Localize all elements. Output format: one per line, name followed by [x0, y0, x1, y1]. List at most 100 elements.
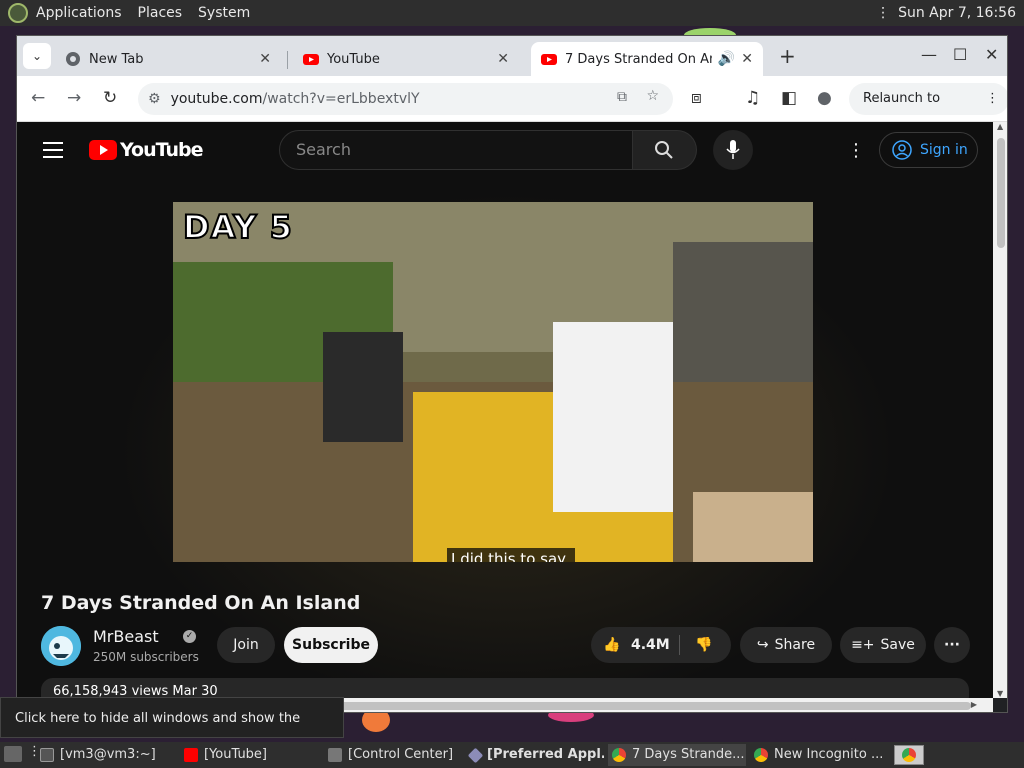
save-playlist-icon: ≡+	[851, 637, 875, 653]
share-label: Share	[774, 637, 816, 653]
bookmark-star-icon[interactable]: ☆	[646, 88, 659, 104]
close-window-icon[interactable]: ✕	[985, 45, 998, 64]
side-panel-icon[interactable]: ◧	[781, 88, 797, 108]
save-button[interactable]: ≡+ Save	[840, 627, 926, 663]
preferred-apps-icon	[467, 747, 484, 763]
control-center-icon	[328, 748, 342, 762]
chrome-tray-icon[interactable]	[894, 745, 924, 765]
settings-kebab-icon[interactable]: ⋮	[847, 140, 865, 161]
close-icon[interactable]: ✕	[497, 51, 509, 67]
taskbar-item-label: 7 Days Strande...	[632, 747, 745, 762]
open-external-icon[interactable]: ⧉	[617, 89, 627, 105]
chrome-icon	[754, 748, 768, 762]
tab-title: YouTube	[327, 51, 380, 67]
reload-icon[interactable]: ↻	[103, 88, 117, 108]
youtube-page: YouTube Search ⋮ Sign in DAY 5 I did thi…	[17, 122, 993, 698]
taskbar-item-chrome-video[interactable]: 7 Days Strande...	[608, 744, 746, 766]
subscribe-button[interactable]: Subscribe	[284, 627, 378, 663]
taskbar-item-youtube[interactable]: [YouTube]	[180, 744, 318, 766]
video-player[interactable]: DAY 5 I did this to say,	[173, 202, 813, 562]
youtube-logo[interactable]: YouTube	[89, 139, 203, 161]
sign-in-label: Sign in	[920, 142, 968, 158]
media-control-icon[interactable]: ♫	[745, 88, 760, 108]
minimize-icon[interactable]: —	[921, 45, 937, 64]
taskbar-item-label: New Incognito ...	[774, 747, 884, 762]
profile-icon[interactable]: ●	[817, 88, 832, 108]
caption-text: I did this to say,	[447, 548, 575, 562]
description-box[interactable]: 66,158,943 views Mar 30	[41, 678, 969, 698]
save-label: Save	[880, 637, 915, 653]
thumbs-down-icon: 👎	[695, 637, 713, 653]
menu-places[interactable]: Places	[130, 0, 191, 26]
chrome-logo-icon	[902, 748, 916, 762]
channel-avatar-image	[41, 626, 81, 666]
voice-search-button[interactable]	[713, 130, 753, 170]
tab-youtube[interactable]: YouTube ✕	[293, 42, 519, 76]
taskbar-item-terminal[interactable]: [vm3@vm3:~]	[36, 744, 174, 766]
close-icon[interactable]: ✕	[259, 51, 271, 67]
tab-search-button[interactable]: ⌄	[23, 43, 51, 69]
youtube-header: YouTube Search ⋮ Sign in	[17, 122, 993, 178]
panel-kebab-icon[interactable]: ⋮	[876, 0, 890, 26]
extensions-icon[interactable]: ⧈	[691, 88, 702, 108]
scroll-right-icon[interactable]: ▶	[971, 700, 977, 709]
view-count: 66,158,943 views Mar 30	[53, 684, 218, 698]
like-count: 4.4M	[631, 637, 670, 653]
tab-title: 7 Days Stranded On An Isl	[565, 51, 712, 67]
youtube-icon	[184, 748, 198, 762]
taskbar-item-preferred-apps[interactable]: [Preferred Appl...	[466, 744, 604, 766]
new-tab-plus-icon[interactable]: +	[779, 44, 796, 68]
channel-avatar[interactable]	[41, 626, 81, 666]
maximize-icon[interactable]: ☐	[953, 45, 967, 64]
speaker-icon[interactable]: 🔊	[718, 51, 735, 67]
chrome-icon	[66, 52, 80, 66]
close-icon[interactable]: ✕	[741, 51, 753, 67]
thumbs-up-icon: 👍	[603, 637, 621, 653]
account-icon	[892, 140, 912, 160]
join-button[interactable]: Join	[217, 627, 275, 663]
sign-in-button[interactable]: Sign in	[879, 132, 978, 168]
show-desktop-icon[interactable]	[4, 746, 22, 762]
video-frame	[173, 202, 813, 562]
share-icon: ↪	[756, 637, 769, 653]
menu-kebab-icon[interactable]: ⋮	[986, 83, 999, 115]
address-bar[interactable]: ⚙ youtube.com/watch?v=erLbbextvlY ⧉ ☆	[138, 83, 673, 115]
menu-system[interactable]: System	[190, 0, 258, 26]
like-button[interactable]: 👍 4.4M	[591, 627, 679, 663]
youtube-wordmark: YouTube	[120, 139, 203, 161]
back-arrow-icon[interactable]: ←	[31, 88, 45, 108]
scroll-up-icon[interactable]: ▲	[997, 122, 1003, 131]
terminal-icon	[40, 748, 54, 762]
share-button[interactable]: ↪ Share	[740, 627, 832, 663]
taskbar-item-control-center[interactable]: [Control Center]	[324, 744, 462, 766]
taskbar: ⋮ [vm3@vm3:~] [YouTube] [Control Center]…	[0, 742, 1024, 768]
clock[interactable]: ⋮ Sun Apr 7, 16:56	[876, 0, 1016, 26]
vertical-scrollbar[interactable]: ▲ ▼	[993, 122, 1007, 698]
search-input[interactable]: Search	[279, 130, 633, 170]
youtube-play-icon	[89, 140, 117, 160]
more-actions-button[interactable]: ···	[934, 627, 970, 663]
taskbar-item-incognito[interactable]: New Incognito ...	[750, 744, 888, 766]
search-button[interactable]	[633, 130, 697, 170]
hamburger-menu-icon[interactable]	[43, 142, 63, 158]
scroll-down-icon[interactable]: ▼	[997, 689, 1003, 698]
menu-applications[interactable]: Applications	[28, 0, 130, 26]
tab-new-tab[interactable]: New Tab ✕	[55, 42, 281, 76]
forward-arrow-icon[interactable]: →	[67, 88, 81, 108]
dislike-button[interactable]: 👎	[681, 627, 731, 663]
taskbar-item-label: [Preferred Appl...	[487, 747, 604, 762]
url-host: youtube.com	[170, 91, 263, 107]
top-panel: Applications Places System ⋮ Sun Apr 7, …	[0, 0, 1024, 26]
system-logo-icon[interactable]	[8, 3, 28, 23]
taskbar-item-label: [vm3@vm3:~]	[60, 747, 156, 762]
owner-row: MrBeast ✓ 250M subscribers Join Subscrib…	[41, 624, 981, 668]
tab-title: New Tab	[89, 51, 144, 67]
site-info-icon[interactable]: ⚙	[148, 91, 161, 107]
relaunch-button[interactable]: Relaunch to update ⋮	[849, 83, 1007, 138]
microphone-icon	[726, 140, 740, 159]
channel-name[interactable]: MrBeast	[93, 627, 159, 646]
scrollbar-thumb[interactable]	[997, 138, 1005, 248]
video-overlay-text: DAY 5	[182, 207, 293, 247]
taskbar-item-label: [Control Center]	[348, 747, 454, 762]
tab-video[interactable]: 7 Days Stranded On An Isl 🔊 ✕	[531, 42, 763, 76]
